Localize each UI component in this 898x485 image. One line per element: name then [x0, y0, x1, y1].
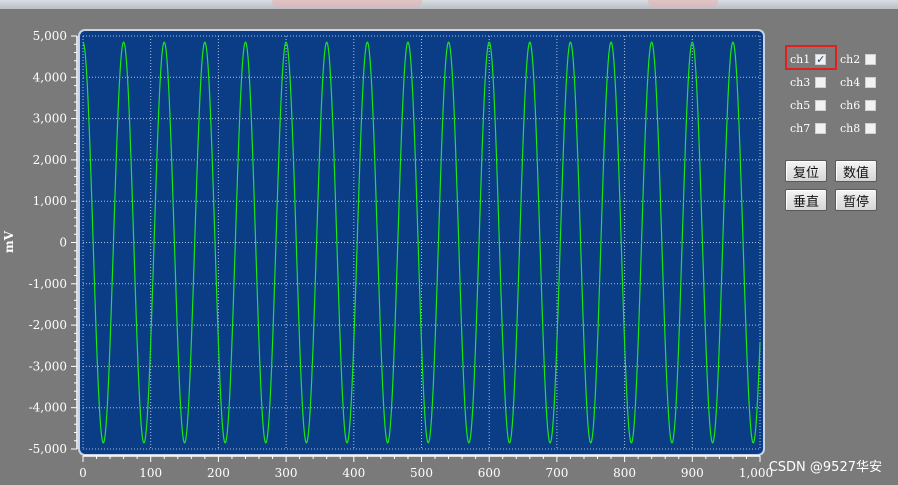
checkbox-icon[interactable] [865, 53, 877, 65]
y-tick-label: -3,000 [29, 359, 67, 373]
y-tick-label: 4,000 [33, 70, 67, 84]
channel-label: ch5 [790, 98, 811, 112]
x-tick-label: 600 [478, 466, 501, 480]
channel-toggle-ch7[interactable]: ch7 [790, 120, 827, 136]
channel-toggle-ch1[interactable]: ch1 ✓ [790, 51, 827, 67]
checkbox-icon[interactable] [865, 122, 877, 134]
x-tick-label: 500 [410, 466, 433, 480]
channel-toggle-ch6[interactable]: ch6 [840, 97, 877, 113]
channel-toggle-ch8[interactable]: ch8 [840, 120, 877, 136]
x-tick-label: 900 [681, 466, 704, 480]
y-tick-label: 0 [59, 236, 67, 250]
reset-button[interactable]: 复位 [785, 160, 827, 182]
checkbox-icon[interactable] [815, 99, 827, 111]
channel-label: ch4 [840, 75, 861, 89]
channel-toggle-ch5[interactable]: ch5 [790, 97, 827, 113]
watermark: CSDN @9527华安 [768, 460, 882, 475]
channel-label: ch1 [790, 52, 811, 66]
y-axis-title: mV [2, 230, 16, 253]
channel-toggle-ch3[interactable]: ch3 [790, 74, 827, 90]
x-tick-label: 0 [79, 466, 87, 480]
checkbox-icon[interactable] [865, 99, 877, 111]
y-tick-label: 1,000 [33, 194, 67, 208]
x-tick-label: 200 [207, 466, 230, 480]
y-tick-label: -1,000 [29, 277, 67, 291]
checkbox-icon[interactable] [815, 76, 827, 88]
checkbox-icon[interactable] [865, 76, 877, 88]
x-tick-label: 700 [545, 466, 568, 480]
channel-label: ch2 [840, 52, 861, 66]
pause-button[interactable]: 暂停 [835, 189, 877, 211]
y-tick-label: -2,000 [29, 318, 67, 332]
y-tick-label: -4,000 [29, 401, 67, 415]
chart: 5,000 4,000 3,000 2,000 1,000 0 -1,000 -2,000 -3… [2, 29, 773, 480]
value-button[interactable]: 数值 [835, 160, 877, 182]
x-tick-label: 800 [613, 466, 636, 480]
channel-toggle-ch4[interactable]: ch4 [840, 74, 877, 90]
channel-label: ch7 [790, 121, 811, 135]
checkbox-icon[interactable] [815, 122, 827, 134]
channel-label: ch6 [840, 98, 861, 112]
x-tick-label: 100 [139, 466, 162, 480]
x-tick-label: 400 [342, 466, 365, 480]
checkbox-checked-icon[interactable]: ✓ [815, 53, 827, 65]
y-tick-label: 2,000 [33, 153, 67, 167]
channel-toggle-ch2[interactable]: ch2 [840, 51, 877, 67]
channel-label: ch3 [790, 75, 811, 89]
y-tick-labels: 5,000 4,000 3,000 2,000 1,000 0 -1,000 -2,000 -3… [29, 29, 67, 456]
x-tick-label: 300 [275, 466, 298, 480]
x-tick-labels: 0 100 200 300 400 500 600 700 800 900 1,000 [79, 466, 773, 480]
y-tick-label: 3,000 [33, 112, 67, 126]
channel-label: ch8 [840, 121, 861, 135]
vertical-button[interactable]: 垂直 [785, 189, 827, 211]
y-tick-label: 5,000 [33, 29, 67, 43]
y-tick-label: -5,000 [29, 442, 67, 456]
